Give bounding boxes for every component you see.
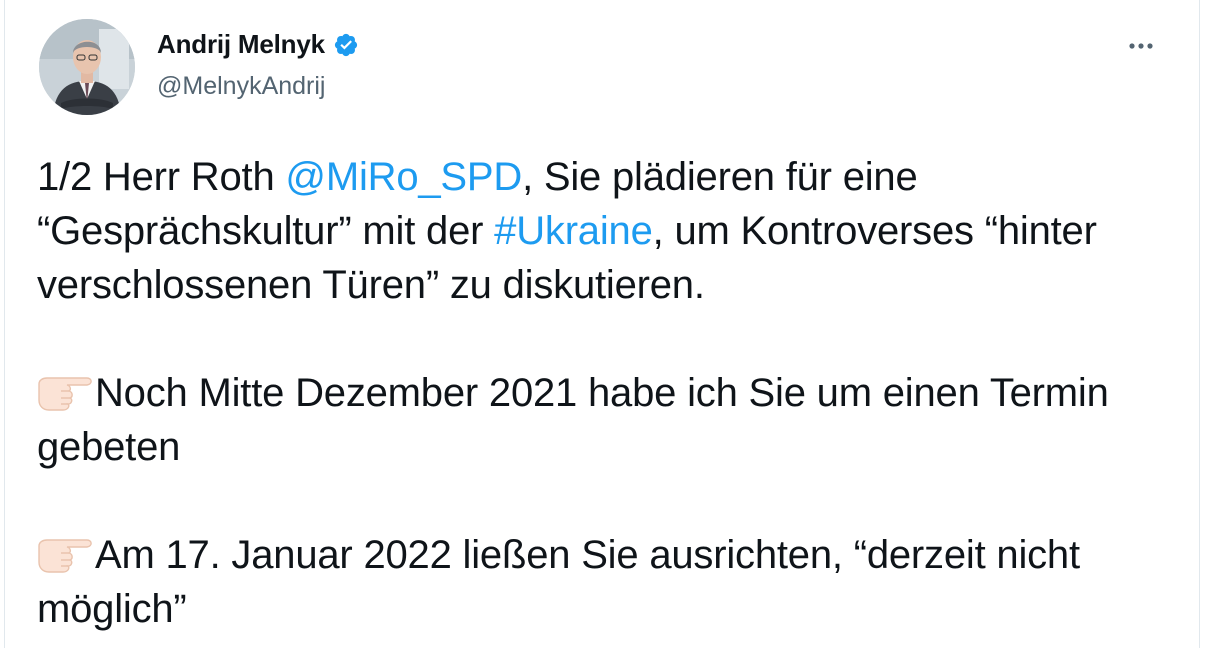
author-display-name[interactable]: Andrij Melnyk xyxy=(157,29,325,60)
author-name-row: Andrij Melnyk xyxy=(157,29,359,60)
tweet-text-segment: 1/2 Herr Roth xyxy=(37,155,286,199)
pointing-right-emoji xyxy=(37,534,95,574)
more-options-icon xyxy=(1129,43,1153,49)
avatar-photo xyxy=(39,19,135,115)
mention-link[interactable]: @MiRo_SPD xyxy=(285,155,522,199)
verified-badge-icon xyxy=(333,32,359,58)
tweet-paragraph-2: Noch Mitte Dezember 2021 habe ich Sie um… xyxy=(37,366,1177,474)
tweet-card: Andrij Melnyk @MelnykAndrij 1/2 Herr Rot… xyxy=(4,0,1200,648)
avatar[interactable] xyxy=(39,19,135,115)
hashtag-link[interactable]: #Ukraine xyxy=(494,209,653,253)
tweet-text-segment: Am 17. Januar 2022 ließen Sie ausrichten… xyxy=(37,533,1080,631)
pointing-right-emoji xyxy=(37,372,95,412)
tweet-paragraph-1: 1/2 Herr Roth @MiRo_SPD, Sie plädieren f… xyxy=(37,150,1177,312)
tweet-paragraph-3: Am 17. Januar 2022 ließen Sie ausrichten… xyxy=(37,528,1177,636)
more-options-button[interactable] xyxy=(1121,30,1161,62)
tweet-text: 1/2 Herr Roth @MiRo_SPD, Sie plädieren f… xyxy=(37,150,1177,636)
author-handle[interactable]: @MelnykAndrij xyxy=(157,72,325,101)
tweet-text-segment: Noch Mitte Dezember 2021 habe ich Sie um… xyxy=(37,371,1109,469)
